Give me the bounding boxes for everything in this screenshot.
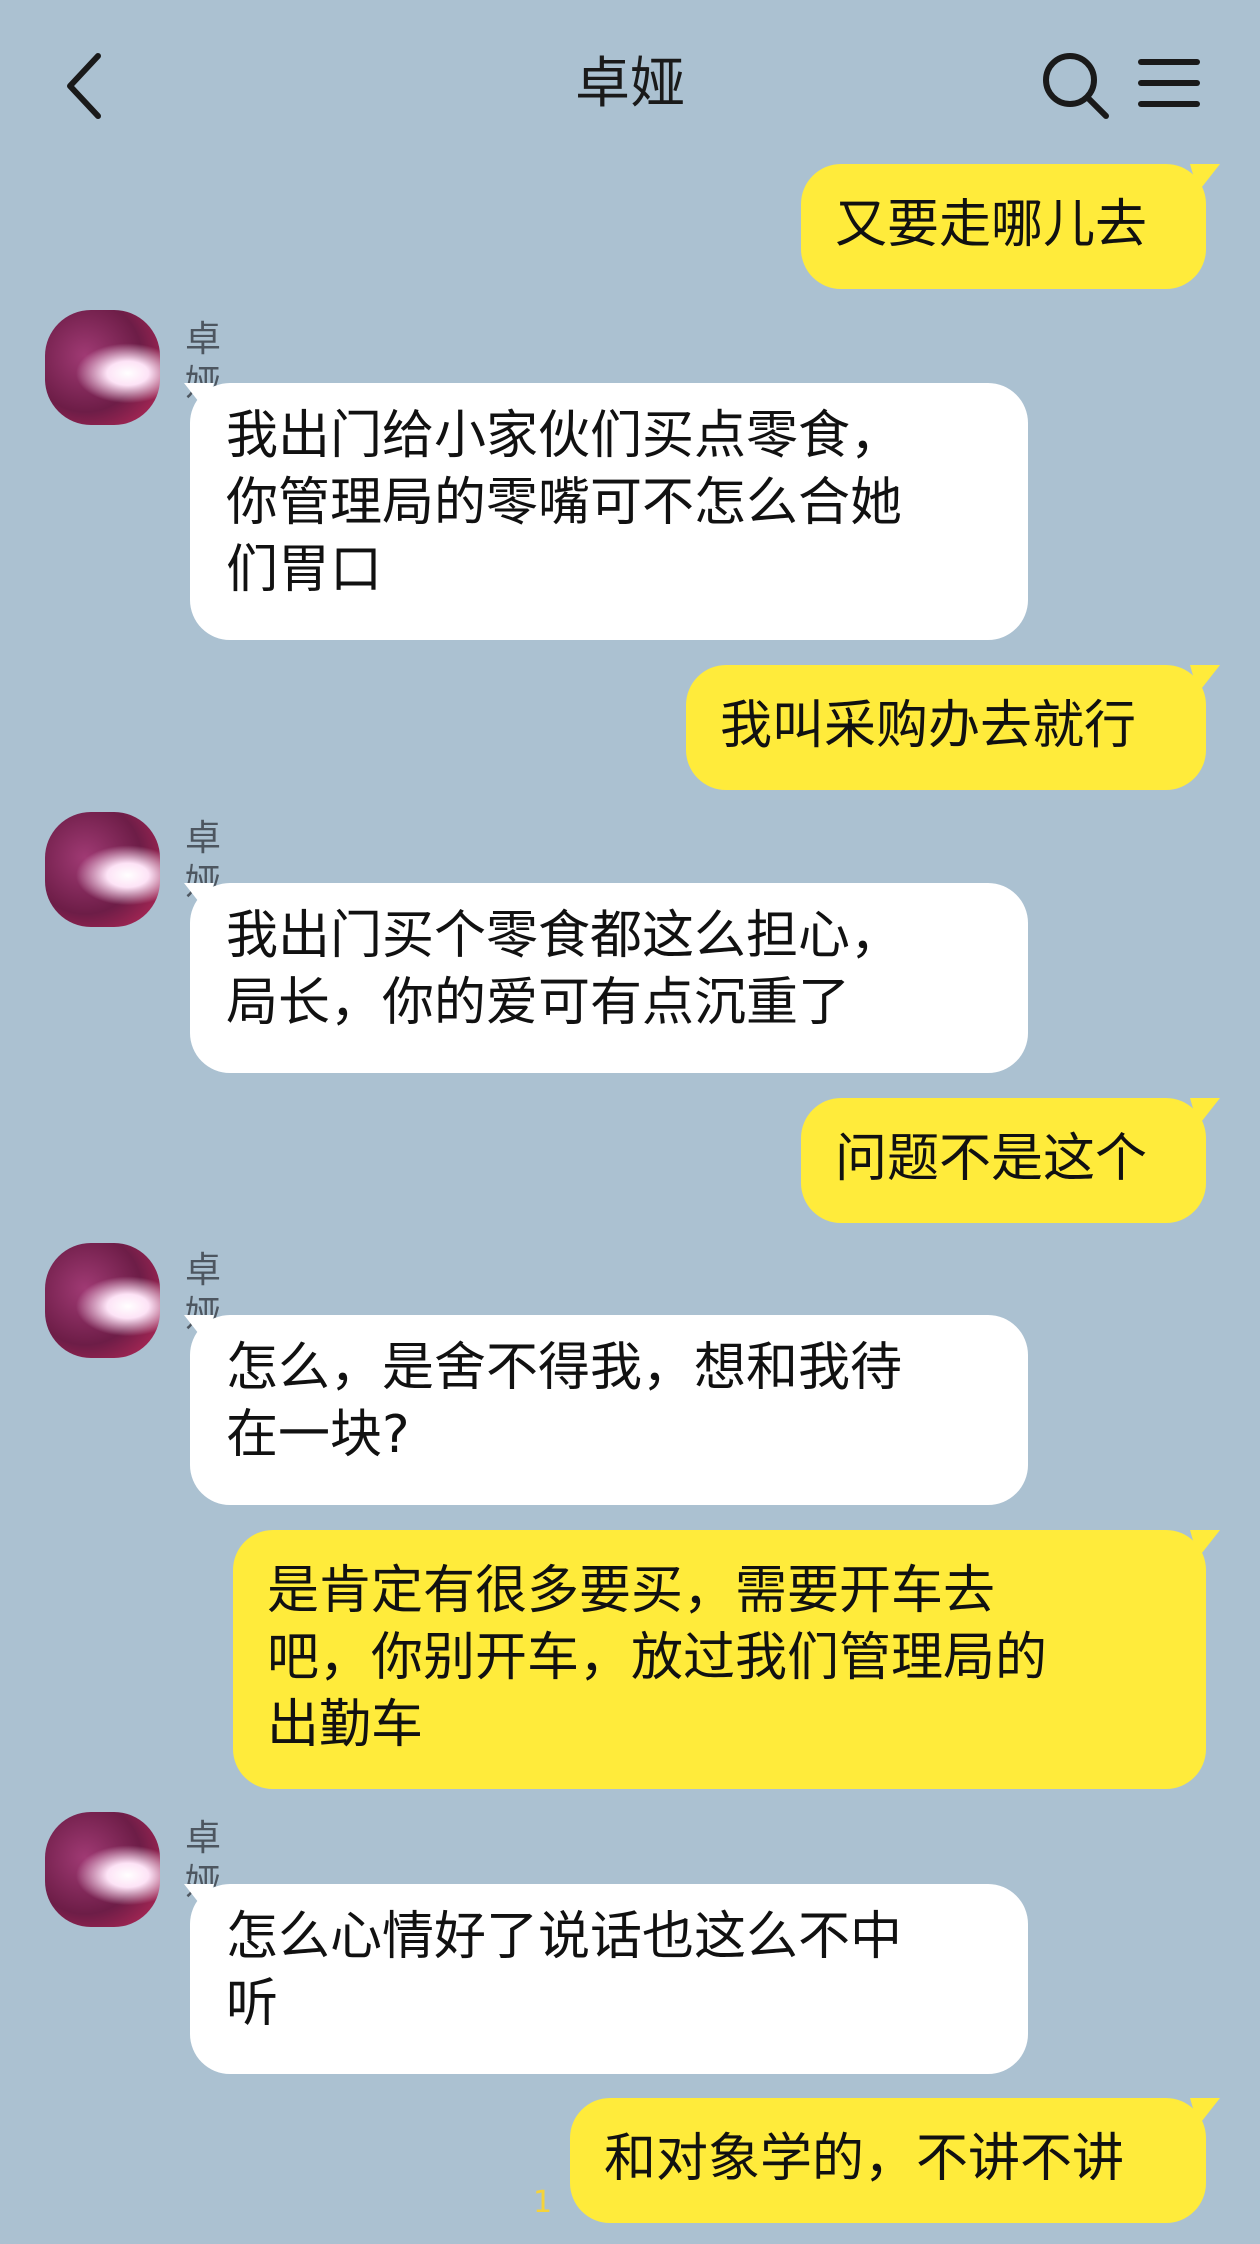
my-message-bubble[interactable]: 是肯定有很多要买，需要开车去 吧，你别开车，放过我们管理局的 出勤车: [233, 1530, 1206, 1789]
bubble-tail: [184, 883, 214, 911]
back-button[interactable]: [56, 40, 126, 130]
page-indicator: 1: [533, 2185, 553, 2220]
contact-avatar[interactable]: [45, 1243, 160, 1358]
bubble-tail: [184, 1315, 214, 1343]
contact-message-bubble[interactable]: 我出门给小家伙们买点零食， 你管理局的零嘴可不怎么合她 们胃口: [190, 383, 1028, 640]
bubble-tail: [1190, 1098, 1220, 1126]
hamburger-menu-icon: [1138, 59, 1200, 107]
my-message-bubble[interactable]: 我叫采购办去就行: [686, 665, 1206, 790]
bubble-tail: [1190, 665, 1220, 693]
chat-header: 卓娅: [0, 0, 1260, 165]
menu-button[interactable]: [1135, 50, 1205, 120]
bubble-tail: [1190, 1530, 1220, 1558]
search-button[interactable]: [1036, 46, 1116, 126]
contact-avatar[interactable]: [45, 310, 160, 425]
contact-message-bubble[interactable]: 怎么心情好了说话也这么不中 听: [190, 1884, 1028, 2074]
bubble-tail: [1190, 164, 1220, 192]
contact-message-bubble[interactable]: 我出门买个零食都这么担心， 局长，你的爱可有点沉重了: [190, 883, 1028, 1073]
contact-avatar[interactable]: [45, 1812, 160, 1927]
my-message-bubble[interactable]: 又要走哪儿去: [801, 164, 1206, 289]
chevron-left-icon: [67, 53, 101, 119]
bubble-tail: [184, 383, 214, 411]
my-message-bubble[interactable]: 和对象学的，不讲不讲: [570, 2098, 1206, 2223]
search-icon: [1043, 53, 1109, 119]
bubble-tail: [184, 1884, 214, 1912]
bubble-tail: [1190, 2098, 1220, 2126]
my-message-bubble[interactable]: 问题不是这个: [801, 1098, 1206, 1223]
contact-avatar[interactable]: [45, 812, 160, 927]
contact-message-bubble[interactable]: 怎么，是舍不得我，想和我待 在一块?: [190, 1315, 1028, 1505]
